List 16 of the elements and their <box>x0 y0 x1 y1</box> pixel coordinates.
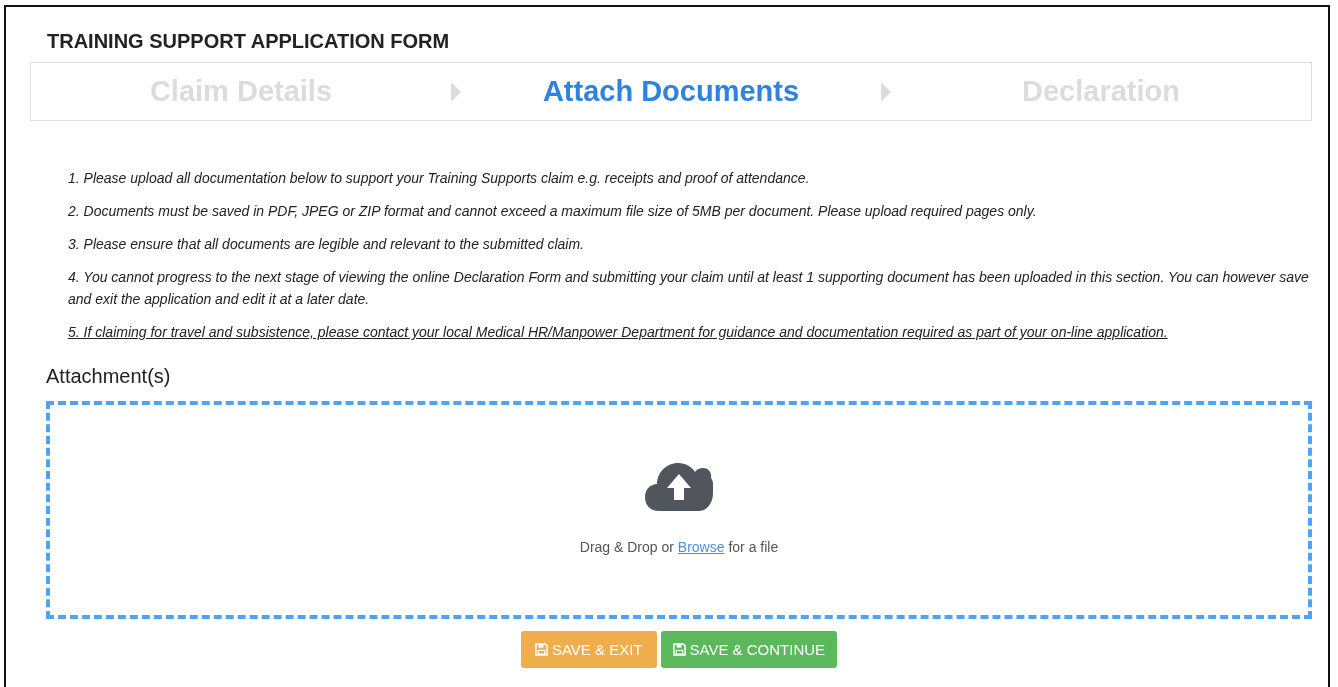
form-title: TRAINING SUPPORT APPLICATION FORM <box>47 29 451 53</box>
browse-link[interactable]: Browse <box>677 539 725 555</box>
section-label: Attachment(s) <box>46 365 172 388</box>
cloud-upload-icon <box>645 461 713 511</box>
triangle-icon <box>451 81 461 102</box>
step-tab[interactable]: Attach Documents <box>461 75 881 108</box>
instruction-text: 5. If claiming for travel and subsistence, please contact your local Medical HR/Manpower Department for guidance and documentation required as part of your on-line application. <box>68 323 1169 342</box>
instruction-text: 1. Please upload all documentation below to support your Training Supports claim e.g. receipts and proof of attendance. <box>68 169 811 188</box>
drop-zone[interactable]: Drag & Drop or Browse for a file <box>46 401 1312 619</box>
drop-instruction: Drag & Drop or Browse for a file <box>579 539 779 555</box>
instruction-text: 3. Please ensure that all documents are legible and relevant to the submitted claim. <box>68 235 585 254</box>
instruction-text: 4. You cannot progress to the next stage of viewing the online Declaration Form and submitting your claim until at least 1 supporting document has been uploaded in this section. You can however save and exit the application and edit it at a later date. <box>68 268 1310 309</box>
triangle-icon <box>881 81 891 102</box>
save-button[interactable]: SAVE & CONTINUE <box>660 631 838 668</box>
instruction-text: 2. Documents must be saved in PDF, JPEG or ZIP format and cannot exceed a maximum file size of 5MB per document. Please upload required pages only. <box>68 202 1038 221</box>
save-button[interactable]: SAVE & EXIT <box>520 631 657 668</box>
